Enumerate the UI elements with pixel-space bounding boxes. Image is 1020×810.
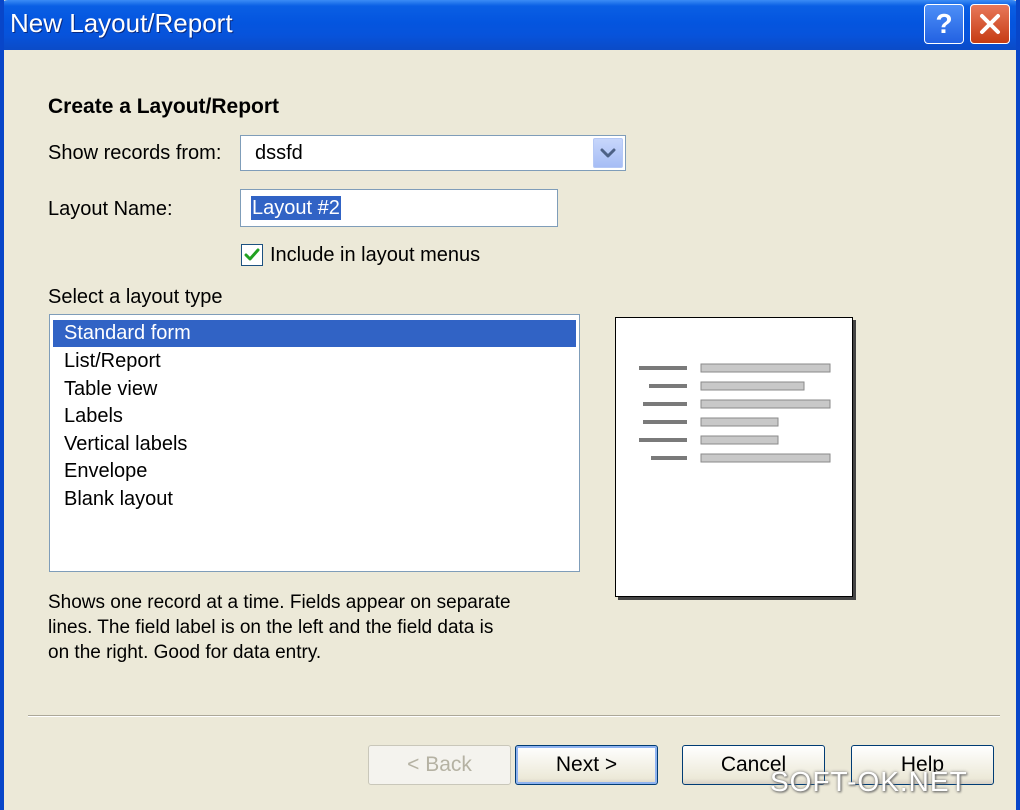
button-separator xyxy=(28,715,1000,717)
description-line-3: on the right. Good for data entry. xyxy=(48,642,322,663)
title-bar[interactable]: New Layout/Report ? xyxy=(4,0,1016,50)
show-records-dropdown[interactable]: dssfd xyxy=(240,135,626,171)
list-item-list-report[interactable]: List/Report xyxy=(53,348,576,375)
layout-preview xyxy=(615,317,853,597)
include-menus-checkbox[interactable] xyxy=(241,244,263,266)
show-records-label: Show records from: xyxy=(48,142,222,164)
help-title-button[interactable]: ? xyxy=(924,4,964,44)
list-item-blank-layout[interactable]: Blank layout xyxy=(53,486,576,513)
close-button[interactable] xyxy=(970,4,1010,44)
description-line-1: Shows one record at a time. Fields appea… xyxy=(48,592,511,613)
layout-name-field[interactable]: Layout #2 xyxy=(240,189,558,227)
back-button[interactable]: < Back xyxy=(368,745,511,785)
layout-name-label: Layout Name: xyxy=(48,198,173,220)
list-item-table-view[interactable]: Table view xyxy=(53,376,576,403)
chevron-down-icon xyxy=(600,148,616,158)
close-icon xyxy=(980,14,1000,34)
layout-description: Shows one record at a time. Fields appea… xyxy=(48,590,608,665)
section-heading: Create a Layout/Report xyxy=(48,95,280,118)
checkmark-icon xyxy=(244,248,260,261)
list-item-envelope[interactable]: Envelope xyxy=(53,458,576,485)
standard-form-preview-icon xyxy=(639,363,831,463)
layout-type-label: Select a layout type xyxy=(48,286,223,308)
list-item-standard-form[interactable]: Standard form xyxy=(53,320,576,347)
next-button[interactable]: Next > xyxy=(515,745,658,785)
list-item-labels[interactable]: Labels xyxy=(53,403,576,430)
layout-type-list[interactable]: Standard form List/Report Table view Lab… xyxy=(49,314,580,572)
question-mark-icon: ? xyxy=(935,8,953,39)
description-line-2: lines. The field label is on the left an… xyxy=(48,617,494,638)
watermark: SOFT-OK.NET xyxy=(770,766,968,797)
show-records-value: dssfd xyxy=(255,142,303,164)
dropdown-button[interactable] xyxy=(593,138,623,168)
layout-name-value: Layout #2 xyxy=(251,196,341,220)
include-menus-label[interactable]: Include in layout menus xyxy=(270,244,480,267)
window-title: New Layout/Report xyxy=(10,8,233,38)
dialog-window: New Layout/Report ? Create a Layout/Repo… xyxy=(0,0,1020,810)
list-item-vertical-labels[interactable]: Vertical labels xyxy=(53,431,576,458)
